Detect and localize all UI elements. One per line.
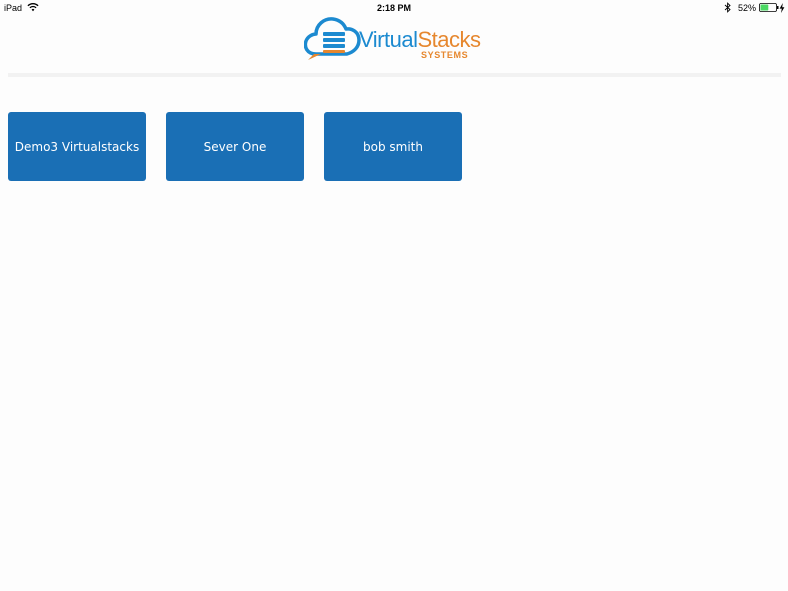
- battery-percentage: 52%: [738, 3, 757, 13]
- brand-stacks: Stacks: [417, 27, 481, 52]
- brand-subtitle: SYSTEMS: [421, 50, 469, 60]
- header-divider: [8, 73, 781, 77]
- brand-virtual: Virtual: [359, 27, 418, 52]
- tile-sever-one[interactable]: Sever One: [166, 112, 304, 181]
- cloud-server-icon: [304, 17, 361, 60]
- server-tiles: Demo3 Virtualstacks Sever One bob smith: [8, 112, 462, 181]
- tile-demo3-virtualstacks[interactable]: Demo3 Virtualstacks: [8, 112, 146, 181]
- virtualstacks-logo: VirtualStacks SYSTEMS: [304, 14, 486, 62]
- tile-bob-smith[interactable]: bob smith: [324, 112, 462, 181]
- bluetooth-icon: [724, 2, 731, 13]
- battery-icon: [759, 3, 779, 12]
- brand-name: VirtualStacks: [359, 28, 481, 52]
- charging-bolt-icon: [779, 3, 785, 13]
- clock: 2:18 PM: [376, 3, 411, 13]
